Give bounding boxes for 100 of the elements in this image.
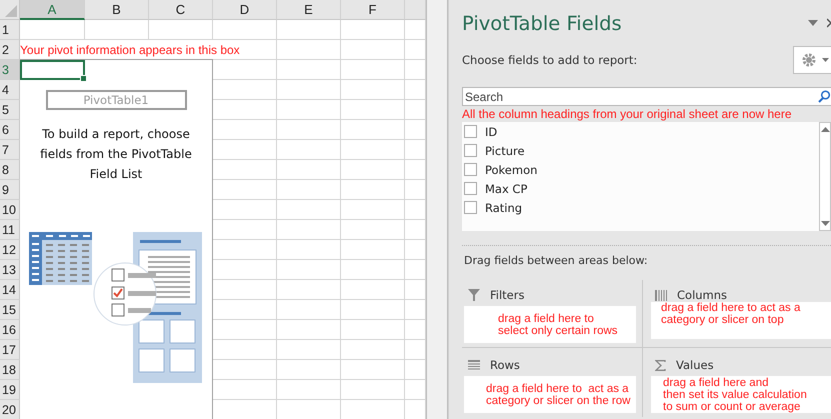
spreadsheet-cell[interactable] <box>277 280 341 300</box>
column-header[interactable]: A <box>20 0 85 20</box>
scroll-up-icon[interactable] <box>820 127 830 132</box>
scroll-down-icon[interactable] <box>820 221 830 226</box>
field-label[interactable]: Picture <box>485 144 525 158</box>
field-checkbox[interactable] <box>464 182 477 195</box>
spreadsheet-cell[interactable] <box>277 60 341 80</box>
annotation-text: Your pivot information appears in this box <box>20 42 240 56</box>
column-header[interactable] <box>405 0 426 20</box>
spreadsheet-cell[interactable] <box>341 220 405 240</box>
column-header[interactable]: B <box>85 0 149 20</box>
selected-cell[interactable] <box>20 60 85 80</box>
row-header[interactable]: 18 <box>0 360 20 380</box>
spreadsheet-cell[interactable] <box>277 260 341 280</box>
area-label: Rows <box>490 358 520 372</box>
filter-icon <box>468 289 480 301</box>
row-header[interactable]: 9 <box>0 180 20 200</box>
spreadsheet-cell[interactable] <box>341 40 405 60</box>
search-field[interactable]: Search <box>462 87 831 106</box>
drag-instructions: Drag fields between areas below: <box>463 254 649 267</box>
spreadsheet-cell[interactable] <box>277 340 341 360</box>
spreadsheet-cell[interactable] <box>277 120 341 140</box>
spreadsheet-cell[interactable] <box>20 20 85 40</box>
spreadsheet-cell[interactable] <box>341 20 405 40</box>
spreadsheet-cell[interactable] <box>341 240 405 260</box>
spreadsheet-cell[interactable] <box>277 220 341 240</box>
spreadsheet-cell[interactable] <box>277 200 341 220</box>
spreadsheet-cell[interactable] <box>341 340 405 360</box>
row-header[interactable]: 11 <box>0 220 20 240</box>
drop-area[interactable]: drag a field here and then set its value calculation to sum or count or average <box>651 376 831 413</box>
spreadsheet-cell[interactable] <box>277 100 341 120</box>
drop-area[interactable]: drag a field here to select only certain rows <box>464 306 636 343</box>
gear-icon <box>802 53 816 67</box>
column-header[interactable]: E <box>277 0 341 20</box>
row-header[interactable]: 17 <box>0 340 20 360</box>
spreadsheet-cell[interactable] <box>341 320 405 340</box>
spreadsheet-cell[interactable] <box>277 80 341 100</box>
sheet-scrollbar[interactable] <box>426 0 448 419</box>
spreadsheet-cell[interactable] <box>341 360 405 380</box>
spreadsheet-cell[interactable] <box>277 300 341 320</box>
row-header[interactable]: 20 <box>0 400 20 419</box>
field-label[interactable]: ID <box>485 124 498 138</box>
row-header[interactable]: 14 <box>0 280 20 300</box>
row-header[interactable]: 13 <box>0 260 20 280</box>
spreadsheet-cell[interactable] <box>341 300 405 320</box>
field-label[interactable]: Max CP <box>485 182 528 196</box>
field-checkbox[interactable] <box>464 201 477 214</box>
spreadsheet-cell[interactable] <box>341 80 405 100</box>
spreadsheet-cell[interactable] <box>277 360 341 380</box>
spreadsheet-cell[interactable] <box>341 260 405 280</box>
spreadsheet-cell[interactable] <box>341 120 405 140</box>
spreadsheet-cell[interactable] <box>341 280 405 300</box>
spreadsheet-cell[interactable] <box>341 180 405 200</box>
spreadsheet-cell[interactable] <box>85 20 149 40</box>
row-header[interactable]: 5 <box>0 100 20 120</box>
drop-area[interactable]: drag a field here to act as a category or slicer on top <box>651 302 831 339</box>
spreadsheet-cell[interactable] <box>277 20 341 40</box>
field-label[interactable]: Pokemon <box>485 162 538 176</box>
row-header[interactable]: 1 <box>0 20 20 40</box>
row-header[interactable]: 7 <box>0 140 20 160</box>
caret-icon <box>822 58 829 62</box>
row-header[interactable]: 8 <box>0 160 20 180</box>
row-header[interactable]: 2 <box>0 40 20 60</box>
spreadsheet-cell[interactable] <box>277 160 341 180</box>
spreadsheet-cell[interactable] <box>277 140 341 160</box>
spreadsheet-cell[interactable] <box>213 20 277 40</box>
column-header[interactable]: C <box>149 0 213 20</box>
spreadsheet-cell[interactable] <box>277 40 341 60</box>
row-header[interactable]: 12 <box>0 240 20 260</box>
row-header[interactable]: 19 <box>0 380 20 400</box>
field-label[interactable]: Rating <box>485 200 522 214</box>
row-header[interactable]: 16 <box>0 320 20 340</box>
spreadsheet-cell[interactable] <box>341 160 405 180</box>
spreadsheet-cell[interactable] <box>341 60 405 80</box>
spreadsheet-cell[interactable] <box>341 200 405 220</box>
list-scrollbar[interactable] <box>819 122 831 231</box>
select-all-corner[interactable] <box>0 0 20 20</box>
field-checkbox[interactable] <box>464 163 477 176</box>
drop-area[interactable]: drag a field here to act as a category or slicer on the row <box>464 376 636 413</box>
spreadsheet-cell[interactable] <box>277 320 341 340</box>
spreadsheet-cell[interactable] <box>341 380 405 400</box>
search-icon[interactable] <box>818 90 830 103</box>
spreadsheet-cell[interactable] <box>341 140 405 160</box>
spreadsheet-cell[interactable] <box>277 180 341 200</box>
field-checkbox[interactable] <box>464 125 477 138</box>
column-header[interactable]: F <box>341 0 405 20</box>
row-header[interactable]: 3 <box>0 60 20 80</box>
column-header[interactable]: D <box>213 0 277 20</box>
row-header[interactable]: 4 <box>0 80 20 100</box>
field-checkbox[interactable] <box>464 144 477 157</box>
row-header[interactable]: 6 <box>0 120 20 140</box>
spreadsheet-cell[interactable] <box>277 380 341 400</box>
settings-button[interactable] <box>793 46 831 74</box>
row-header[interactable]: 10 <box>0 200 20 220</box>
caret-icon[interactable] <box>808 20 818 26</box>
area-label: Columns <box>677 288 728 302</box>
spreadsheet-cell[interactable] <box>277 240 341 260</box>
row-header[interactable]: 15 <box>0 300 20 320</box>
spreadsheet-cell[interactable] <box>341 100 405 120</box>
spreadsheet-cell[interactable] <box>149 20 213 40</box>
